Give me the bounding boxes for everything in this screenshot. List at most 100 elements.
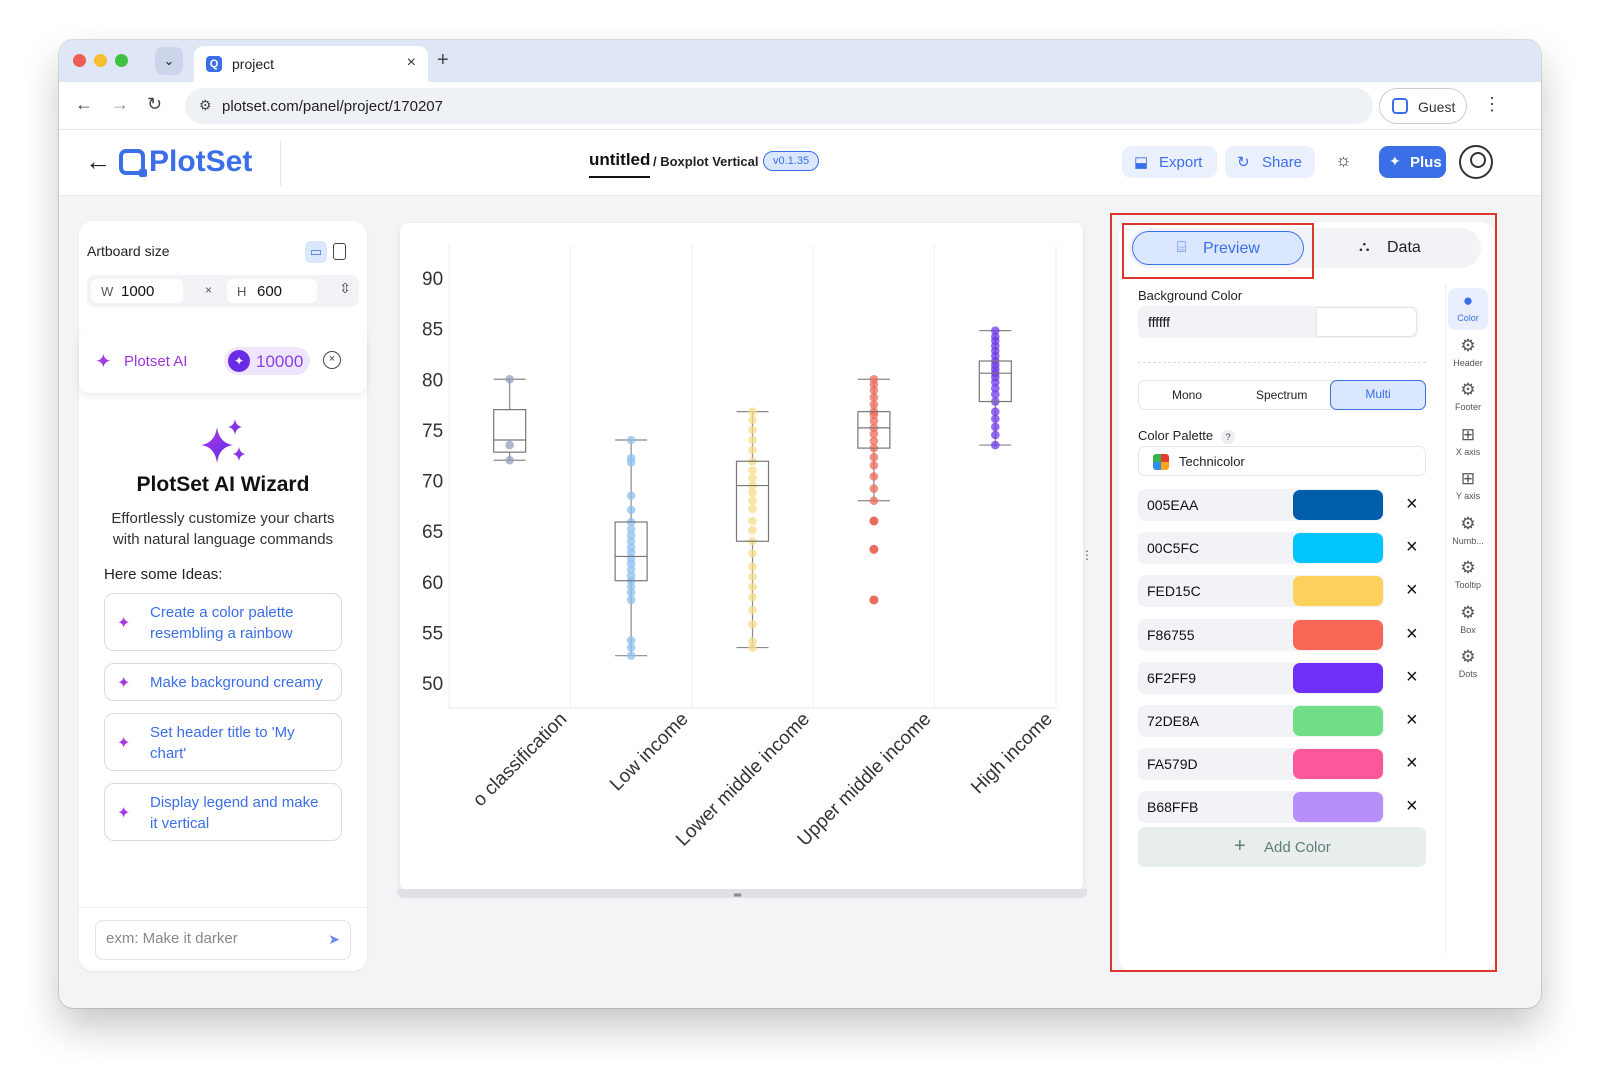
export-label: Export [1159,154,1203,171]
tab-search-icon[interactable]: ⌄ [155,47,183,75]
data-point [869,496,879,506]
height-field[interactable]: H 600 [227,279,317,303]
data-point [991,430,1000,440]
data-point [505,455,514,465]
data-point [869,484,879,493]
width-field[interactable]: W 1000 [91,279,183,303]
y-tick-label: 90 [422,269,443,290]
resize-grip-icon[interactable]: ═ [734,890,741,901]
share-icon: ↻ [1237,154,1250,171]
site-settings-icon[interactable]: ⚙ [199,97,212,114]
data-point [748,562,757,571]
share-label: Share [1262,154,1303,171]
data-point [748,496,757,506]
new-tab-icon[interactable]: + [437,49,449,72]
back-arrow-icon[interactable]: ← [85,146,111,177]
zoom-window-button[interactable] [115,54,128,67]
mobile-icon[interactable] [333,243,346,260]
y-tick-label: 80 [422,370,443,391]
sparkle-icon: ✦ [95,351,112,373]
x-tick-label: High income [967,709,1057,799]
plotset-logo-icon [119,149,147,177]
data-point [748,582,757,592]
ai-wizard-panel: Artboard size ▭ W 1000 × H 600 ⇳ ✦ Plots… [79,221,367,971]
desktop-icon[interactable]: ▭ [305,241,327,263]
y-tick-label: 65 [422,522,443,543]
outlier-point [869,544,879,554]
height-value[interactable]: 600 [257,283,282,300]
ai-prompt-input[interactable] [106,930,306,947]
close-ai-icon[interactable]: × [323,351,341,369]
data-point [748,637,757,646]
guest-icon [1392,98,1408,114]
share-button[interactable]: ↻ Share [1225,146,1315,178]
data-point [748,504,757,514]
data-point [748,474,757,483]
send-icon[interactable]: ➤ [328,931,340,948]
data-point [991,407,1000,416]
x-tick-label: Lower middle income [672,709,814,851]
plus-button[interactable]: ✦ Plus [1379,146,1446,178]
idea-text: Set header title to 'My chart' [150,724,295,762]
plotset-favicon-icon: Q [206,56,222,72]
user-avatar-icon[interactable] [1459,145,1493,179]
close-tab-icon[interactable]: × [407,54,416,72]
wizard-title: PlotSet AI Wizard [136,473,310,496]
tab-bar: ⌄ Q project × + [59,40,1541,82]
ai-prompt-field[interactable]: ➤ [95,920,351,960]
width-prefix: W [101,284,114,299]
forward-icon[interactable]: → [111,94,129,115]
close-window-button[interactable] [73,54,86,67]
app-header: ← PlotSet untitled / Boxplot Vertical v0… [59,130,1541,196]
idea-card[interactable]: ✦ Create a color palette resembling a ra… [104,593,342,651]
side-resize-handle[interactable]: ⋮ [1081,548,1093,562]
profile-guest-button[interactable]: Guest [1379,88,1467,124]
idea-text: Make background creamy [150,674,323,691]
project-title[interactable]: untitled [589,150,651,178]
data-point [748,466,757,475]
idea-card[interactable]: ✦ Set header title to 'My chart' [104,713,342,771]
highlight-settings-panel [1110,213,1497,972]
x-tick-label: o classification [469,709,571,811]
data-point [991,422,1000,432]
data-point [748,605,757,615]
minimize-window-button[interactable] [94,54,107,67]
address-bar[interactable]: ⚙ plotset.com/panel/project/170207 [185,88,1373,124]
browser-menu-icon[interactable]: ⋮ [1483,94,1501,115]
header-divider [280,140,281,186]
plotset-ai-bar: ✦ Plotset AI ✦ 10000 × [79,329,367,393]
idea-card[interactable]: ✦ Make background creamy [104,663,342,701]
sparkle-icon: ✦ [117,805,131,822]
ai-credits-badge: ✦ 10000 [224,347,310,375]
artboard-resize-handle[interactable]: ═ [397,889,1087,901]
export-icon: ⬓ [1134,154,1149,171]
data-point [869,452,879,462]
data-point [748,525,757,535]
plotset-ai-label: Plotset AI [124,353,188,370]
theme-toggle-icon[interactable]: ☼ [1335,150,1352,171]
data-point [626,636,636,645]
data-point [991,326,1000,335]
reload-icon[interactable]: ↻ [147,94,162,115]
sparkle-icon: ✦ [117,615,131,632]
url-text[interactable]: plotset.com/panel/project/170207 [222,98,443,115]
data-point [869,472,879,481]
data-point [869,374,879,384]
data-point [626,505,636,515]
back-icon[interactable]: ← [75,94,93,115]
idea-card[interactable]: ✦ Display legend and make it vertical [104,783,342,841]
y-tick-label: 85 [422,320,443,341]
data-point [748,572,757,581]
credits-value: 10000 [256,352,304,371]
browser-tab[interactable]: Q project × [194,46,428,82]
export-button[interactable]: ⬓ Export [1122,146,1217,178]
data-point [505,440,514,450]
chart-artboard[interactable]: 50 55 60 65 70 75 80 85 90 o classification Low in… [400,223,1083,891]
x-tick-label: Low income [606,709,693,796]
outlier-point [869,595,879,605]
data-point [505,374,514,384]
data-point [626,453,636,463]
width-value[interactable]: 1000 [121,283,154,300]
aspect-lock-icon[interactable]: ⇳ [339,280,351,297]
data-point [748,435,757,445]
